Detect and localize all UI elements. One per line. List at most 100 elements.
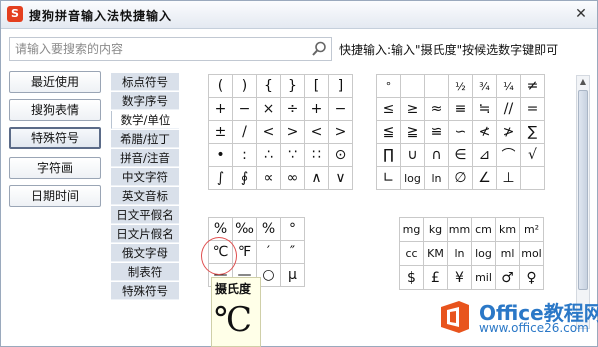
symbol-cell[interactable]: mil (472, 266, 496, 290)
symbol-cell[interactable]: ∵ (281, 144, 305, 167)
symbol-cell[interactable]: ≠ (521, 75, 545, 98)
tab-hiragana[interactable]: 日文平假名 (111, 206, 179, 224)
symbol-cell[interactable]: ( (209, 75, 233, 98)
tab-special[interactable]: 特殊符号 (111, 282, 179, 300)
symbol-cell[interactable]: } (281, 75, 305, 98)
symbol-cell[interactable]: mm (448, 218, 472, 242)
symbol-cell[interactable]: ∈ (449, 144, 473, 167)
symbol-cell[interactable]: ¾ (473, 75, 497, 98)
nav-datetime-button[interactable]: 日期时间 (9, 185, 101, 207)
symbol-cell[interactable]: − (329, 98, 353, 121)
symbol-cell[interactable]: ∏ (377, 144, 401, 167)
symbol-cell[interactable]: ½ (449, 75, 473, 98)
symbol-cell[interactable]: − (233, 98, 257, 121)
symbol-cell[interactable]: × (257, 98, 281, 121)
symbol-cell[interactable]: ∑ (521, 121, 545, 144)
symbol-cell[interactable]: ⌒ (497, 144, 521, 167)
search-icon[interactable] (310, 40, 328, 58)
symbol-cell[interactable]: ± (209, 121, 233, 144)
symbol-cell[interactable]: ≌ (425, 121, 449, 144)
symbol-cell[interactable]: cm (472, 218, 496, 242)
symbol-cell[interactable]: m² (520, 218, 544, 242)
symbol-cell[interactable]: ∠ (473, 167, 497, 190)
symbol-cell[interactable]: ∽ (449, 121, 473, 144)
symbol-cell[interactable]: ≒ (473, 98, 497, 121)
symbol-cell[interactable]: ∅ (449, 167, 473, 190)
tab-math-units[interactable]: 数学/单位 (111, 111, 179, 129)
symbol-cell[interactable]: ′ (257, 241, 281, 264)
symbol-cell[interactable] (425, 75, 449, 98)
symbol-cell[interactable]: ) (233, 75, 257, 98)
close-button[interactable]: ✕ (573, 6, 589, 22)
tab-box-drawing[interactable]: 制表符 (111, 263, 179, 281)
symbol-cell[interactable]: log (472, 242, 496, 266)
symbol-cell[interactable]: ln (448, 242, 472, 266)
symbol-cell[interactable]: ∷ (305, 144, 329, 167)
symbol-cell[interactable]: ∞ (281, 167, 305, 190)
symbol-cell[interactable]: ≧ (401, 121, 425, 144)
tab-punctuation[interactable]: 标点符号 (111, 73, 179, 91)
symbol-cell[interactable]: ≯ (497, 121, 521, 144)
symbol-cell[interactable]: cc (400, 242, 424, 266)
symbol-cell[interactable]: $ (400, 266, 424, 290)
symbol-cell[interactable]: ∴ (257, 144, 281, 167)
symbol-cell[interactable]: % (257, 218, 281, 241)
symbol-cell[interactable]: KM (424, 242, 448, 266)
symbol-cell[interactable]: = (521, 98, 545, 121)
symbol-cell[interactable]: km (496, 218, 520, 242)
symbol-cell[interactable]: / (233, 121, 257, 144)
symbol-cell[interactable]: ≡ (449, 98, 473, 121)
symbol-cell[interactable]: ln (425, 167, 449, 190)
symbol-cell[interactable]: ≈ (425, 98, 449, 121)
symbol-cell[interactable]: ″ (281, 241, 305, 264)
symbol-cell[interactable]: • (209, 144, 233, 167)
scroll-thumb[interactable] (578, 90, 588, 290)
tab-phonetic[interactable]: 英文音标 (111, 187, 179, 205)
symbol-cell[interactable]: ≥ (401, 98, 425, 121)
symbol-cell[interactable]: log (401, 167, 425, 190)
scroll-up-arrow-icon[interactable]: ▲ (577, 76, 589, 88)
tab-greek-latin[interactable]: 希腊/拉丁 (111, 130, 179, 148)
symbol-cell[interactable]: ≤ (377, 98, 401, 121)
symbol-cell[interactable]: { (257, 75, 281, 98)
symbol-cell[interactable]: // (497, 98, 521, 121)
symbol-cell[interactable]: + (209, 98, 233, 121)
symbol-cell[interactable]: ∨ (329, 167, 353, 190)
symbol-cell[interactable]: + (305, 98, 329, 121)
tab-katakana[interactable]: 日文片假名 (111, 225, 179, 243)
symbol-cell[interactable]: ∪ (401, 144, 425, 167)
symbol-cell[interactable]: ÷ (281, 98, 305, 121)
symbol-cell[interactable]: μ (281, 264, 305, 287)
tab-number-sequence[interactable]: 数字序号 (111, 92, 179, 110)
symbol-cell[interactable]: < (257, 121, 281, 144)
symbol-cell[interactable]: : (233, 144, 257, 167)
symbol-cell[interactable]: mol (520, 242, 544, 266)
symbol-cell[interactable]: ∮ (233, 167, 257, 190)
symbol-cell[interactable]: ≮ (473, 121, 497, 144)
symbol-cell[interactable]: [ (305, 75, 329, 98)
symbol-cell[interactable]: ≦ (377, 121, 401, 144)
symbol-cell[interactable]: ⊿ (473, 144, 497, 167)
tab-chinese-chars[interactable]: 中文字符 (111, 168, 179, 186)
symbol-cell[interactable]: ° (377, 75, 401, 98)
nav-emoji-button[interactable]: 搜狗表情 (9, 99, 101, 121)
symbol-cell[interactable]: ] (329, 75, 353, 98)
vertical-scrollbar[interactable]: ▲ (576, 75, 590, 329)
search-box[interactable] (9, 37, 332, 61)
nav-ascii-art-button[interactable]: 字符画 (9, 157, 101, 179)
symbol-cell[interactable]: ‰ (233, 218, 257, 241)
symbol-cell[interactable]: ∧ (305, 167, 329, 190)
symbol-cell[interactable]: ¼ (497, 75, 521, 98)
title-bar[interactable]: S 搜狗拼音输入法快捷输入 ✕ (1, 1, 597, 29)
symbol-cell[interactable]: mg (400, 218, 424, 242)
symbol-cell[interactable]: ∩ (425, 144, 449, 167)
nav-special-symbols-button[interactable]: 特殊符号 (9, 127, 101, 149)
symbol-cell[interactable]: ⊙ (329, 144, 353, 167)
symbol-cell[interactable]: < (305, 121, 329, 144)
symbol-cell[interactable]: ∫ (209, 167, 233, 190)
symbol-cell[interactable]: £ (424, 266, 448, 290)
symbol-cell[interactable]: > (281, 121, 305, 144)
symbol-cell[interactable]: ° (281, 218, 305, 241)
symbol-cell[interactable]: ¥ (448, 266, 472, 290)
search-input[interactable] (10, 38, 300, 60)
